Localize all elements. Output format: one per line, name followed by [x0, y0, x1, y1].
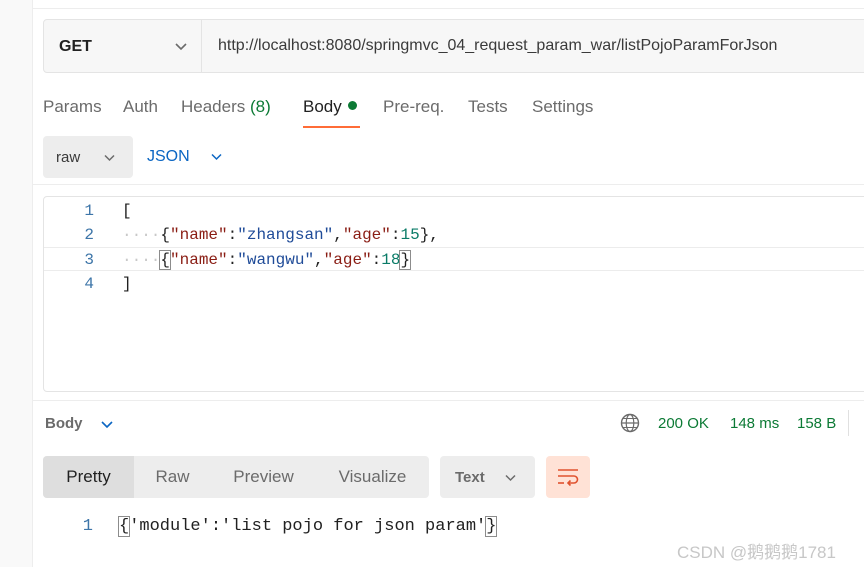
line-number: 1: [82, 517, 93, 536]
body-type-label: raw: [56, 149, 81, 166]
chevron-down-icon: [104, 154, 115, 162]
response-time[interactable]: 148 ms: [730, 415, 779, 432]
tab-settings[interactable]: Settings: [532, 97, 593, 117]
view-visualize[interactable]: Visualize: [316, 456, 429, 498]
body-format-dropdown[interactable]: JSON: [147, 136, 237, 178]
tab-pre-request-label: Pre-req.: [383, 97, 445, 116]
bracket-open: [: [122, 202, 132, 220]
view-preview[interactable]: Preview: [211, 456, 316, 498]
brace-matched: }: [399, 250, 412, 270]
url-input[interactable]: http://localhost:8080/springmvc_04_reque…: [218, 37, 777, 55]
globe-icon[interactable]: [620, 413, 640, 433]
tab-headers-label: Headers: [181, 97, 246, 116]
tab-pre-request[interactable]: Pre-req.: [383, 97, 444, 117]
brace-matched: }: [485, 516, 498, 537]
brace: {: [160, 226, 171, 244]
json-key: "age": [323, 251, 372, 269]
json-string: "zhangsan": [237, 226, 334, 244]
left-sidebar-strip: [0, 0, 33, 567]
tab-body-label: Body: [303, 97, 342, 116]
tab-tests-label: Tests: [468, 97, 508, 116]
response-view-tabs: Pretty Raw Preview Visualize: [43, 456, 429, 498]
bracket-close: ]: [122, 275, 132, 293]
tab-auth-label: Auth: [123, 97, 158, 116]
chevron-down-icon[interactable]: [100, 417, 114, 431]
tab-tests[interactable]: Tests: [468, 97, 508, 117]
chevron-down-icon: [211, 153, 222, 161]
response-format-label: Text: [455, 469, 485, 486]
code-text: [: [122, 202, 132, 220]
code-line: 4 ]: [44, 272, 864, 296]
json-key: "name": [170, 226, 228, 244]
response-format-dropdown[interactable]: Text: [440, 456, 535, 498]
wrap-lines-icon: [558, 469, 579, 487]
brace: },: [419, 226, 439, 244]
active-tab-underline: [303, 126, 360, 128]
code-line: 1 [: [44, 199, 864, 223]
comma: ,: [314, 251, 324, 269]
watermark: CSDN @鹅鹅鹅1781: [677, 543, 836, 562]
body-indicator-dot: [347, 101, 357, 110]
code-line-active: 3 ····{"name":"wangwu","age":18}: [44, 247, 864, 271]
response-body-label[interactable]: Body: [45, 415, 83, 432]
chevron-down-icon: [175, 43, 187, 51]
response-body-line: 1 {'module':'list pojo for json param'}: [43, 513, 863, 539]
tab-auth[interactable]: Auth: [123, 97, 158, 117]
colon: :: [227, 251, 238, 269]
response-string: 'module':'list pojo for json param': [129, 517, 487, 536]
headers-count-badge: (8): [250, 97, 271, 116]
brace-matched: {: [117, 516, 131, 537]
request-body-editor[interactable]: 1 [ 2 ····{"name":"zhangsan","age":15}, …: [43, 196, 864, 392]
status-code[interactable]: 200 OK: [658, 415, 709, 432]
tab-params-label: Params: [43, 97, 102, 116]
tab-settings-label: Settings: [532, 97, 594, 116]
json-number: 15: [400, 226, 420, 244]
indent-guide: ····: [122, 226, 161, 244]
request-url-bar: GET http://localhost:8080/springmvc_04_r…: [43, 19, 864, 73]
divider: [848, 410, 849, 436]
brace-matched: {: [159, 250, 171, 270]
line-number: 1: [84, 202, 94, 220]
code-text: ····{"name":"zhangsan","age":15},: [122, 226, 439, 244]
code-line: 2 ····{"name":"zhangsan","age":15},: [44, 223, 864, 247]
comma: ,: [333, 226, 343, 244]
method-dropdown[interactable]: GET: [44, 20, 202, 72]
json-key: "name": [170, 251, 228, 269]
divider: [32, 400, 864, 401]
line-number: 2: [84, 226, 94, 244]
wrap-lines-button[interactable]: [546, 456, 590, 498]
response-body-text: {'module':'list pojo for json param'}: [117, 516, 498, 537]
json-number: 18: [381, 251, 401, 269]
view-raw[interactable]: Raw: [134, 456, 211, 498]
method-label: GET: [59, 38, 92, 55]
tab-headers[interactable]: Headers (8): [181, 97, 271, 117]
code-text: ]: [122, 275, 132, 293]
line-number: 3: [84, 251, 94, 269]
body-format-label: JSON: [147, 148, 190, 165]
code-text: ····{"name":"wangwu","age":18}: [122, 250, 412, 270]
json-key: "age": [342, 226, 391, 244]
body-type-dropdown[interactable]: raw: [43, 136, 133, 178]
top-tab-strip: [32, 0, 864, 9]
chevron-down-icon: [505, 474, 516, 482]
tab-params[interactable]: Params: [43, 97, 102, 117]
json-string: "wangwu": [237, 251, 315, 269]
line-number: 4: [84, 275, 94, 293]
colon: :: [371, 251, 382, 269]
response-size[interactable]: 158 B: [797, 415, 836, 432]
colon: :: [227, 226, 238, 244]
divider: [32, 184, 864, 185]
tab-body[interactable]: Body: [303, 97, 357, 117]
view-pretty[interactable]: Pretty: [43, 456, 134, 498]
indent-guide: ····: [122, 251, 161, 269]
